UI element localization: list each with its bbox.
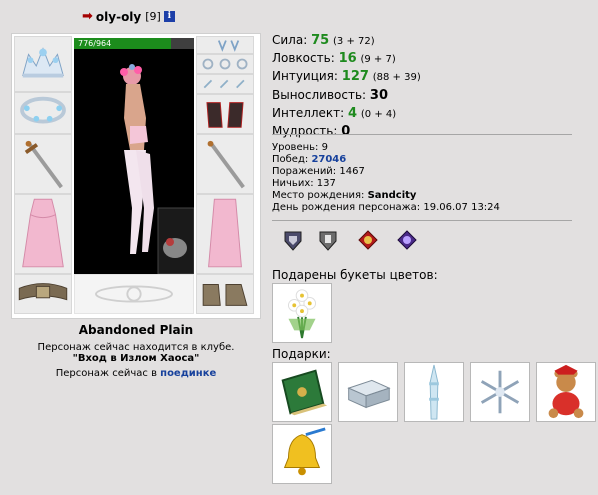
stat-row: Сила: 75 (3 + 72) (272, 32, 421, 50)
info-value: 19.06.07 13:24 (423, 202, 500, 213)
armor-slot-right-icon[interactable] (196, 194, 254, 274)
stat-bonus: (88 + 39) (372, 72, 421, 84)
snowflake-icon[interactable] (470, 362, 530, 422)
info-value: 137 (316, 178, 336, 189)
info-value: 1467 (339, 166, 365, 177)
character-portrait (74, 38, 194, 274)
ice-spire-icon[interactable] (404, 362, 464, 422)
info-label: Поражений: (272, 166, 337, 177)
golden-bell-icon[interactable] (272, 424, 332, 484)
hp-value: 776/964 (78, 39, 112, 48)
weapon-slot-left-icon[interactable] (14, 134, 72, 194)
green-book-icon[interactable] (272, 362, 332, 422)
helmet-slot-tiara-icon[interactable] (14, 36, 72, 92)
info-label: Побед: (272, 154, 309, 165)
stat-row: Интеллект: 4 (0 + 4) (272, 105, 421, 123)
emblem-slot-icon (74, 274, 194, 314)
knight-badge-icon[interactable] (317, 229, 339, 251)
necklace-slot-icon[interactable] (14, 92, 72, 134)
stat-row: Интуиция: 127 (88 + 39) (272, 68, 421, 86)
stats-list: Сила: 75 (3 + 72) Ловкость: 16 (9 + 7) И… (272, 32, 421, 141)
silver-box-icon[interactable] (338, 362, 398, 422)
rings-slot-row1-icon[interactable] (196, 54, 254, 74)
stat-value: 0 (341, 124, 351, 140)
stat-value: 30 (369, 87, 388, 103)
info-value: Sandcity (367, 190, 417, 201)
stat-value: 4 (348, 105, 358, 121)
shield-badge-icon[interactable] (282, 229, 304, 251)
duel-link[interactable]: поединке (160, 368, 216, 379)
stat-bonus: (3 + 72) (333, 36, 375, 47)
character-figure-icon (74, 38, 194, 274)
club-status-text: Персонаж сейчас находится в клубе. (37, 342, 235, 353)
info-level: Уровень: 9 (272, 142, 500, 154)
divider (272, 134, 572, 135)
gloves-slot-icon[interactable] (196, 94, 254, 134)
info-birthplace: Место рождения: Sandcity (272, 190, 500, 202)
info-losses: Поражений: 1467 (272, 166, 500, 178)
teddy-bear-icon[interactable] (536, 362, 596, 422)
info-icon[interactable]: i (163, 11, 175, 22)
private-message-arrow-icon[interactable]: ➡ (82, 9, 93, 24)
flowers-section-title: Подарены букеты цветов: (272, 268, 438, 282)
character-level: [9] (145, 10, 161, 23)
info-draws: Ничьих: 137 (272, 178, 500, 190)
flower-bouquet-icon[interactable] (272, 283, 332, 343)
belt-slot-icon[interactable] (14, 274, 72, 314)
stat-name: Выносливость: (272, 87, 367, 102)
purple-crest-badge-icon[interactable] (396, 229, 418, 251)
red-crest-badge-icon[interactable] (357, 229, 379, 251)
stat-name: Сила: (272, 33, 308, 47)
character-header: ➡ oly-oly [9] i (82, 9, 175, 24)
stat-name: Интеллект: (272, 105, 345, 120)
stat-value: 16 (338, 51, 357, 67)
stat-bonus: (0 + 4) (360, 108, 397, 120)
info-label: Уровень: (272, 142, 319, 153)
stat-value: 75 (311, 33, 330, 48)
stat-value: 127 (341, 69, 369, 85)
earrings-slot-icon[interactable] (196, 36, 254, 54)
character-nickname[interactable]: oly-oly (96, 10, 141, 24)
info-value: 9 (321, 142, 328, 153)
hp-bar: 776/964 (74, 38, 194, 49)
gifts-section-title: Подарки: (272, 347, 331, 361)
rings-slot-row2-icon[interactable] (196, 74, 254, 94)
character-info: Уровень: 9 Побед: 27046 Поражений: 1467 … (272, 142, 500, 214)
divider (272, 220, 572, 221)
stat-row: Ловкость: 16 (9 + 7) (272, 50, 421, 68)
location-name: Abandoned Plain (78, 323, 194, 337)
boots-slot-icon[interactable] (196, 274, 254, 314)
stat-row: Мудрость: 0 (272, 123, 421, 141)
stat-name: Ловкость: (272, 51, 335, 66)
info-value: 27046 (311, 154, 347, 165)
stat-bonus: (9 + 7) (360, 54, 396, 66)
duel-prefix: Персонаж сейчас в (55, 368, 157, 379)
armor-slot-left-icon[interactable] (14, 194, 72, 274)
info-birthday: День рождения персонажа: 19.06.07 13:24 (272, 202, 500, 214)
duel-status: Персонаж сейчас в поединке (11, 368, 261, 379)
info-label: Ничьих: (272, 178, 314, 189)
stat-row: Выносливость: 30 (272, 87, 421, 105)
info-label: Место рождения: (272, 190, 365, 201)
weapon-slot-right-icon[interactable] (196, 134, 254, 194)
club-name: "Вход в Излом Хаоса" (72, 353, 200, 364)
info-wins: Побед: 27046 (272, 154, 500, 166)
stat-name: Интуиция: (272, 69, 338, 84)
info-label: День рождения персонажа: (272, 202, 421, 213)
stat-name: Мудрость: (272, 124, 338, 139)
